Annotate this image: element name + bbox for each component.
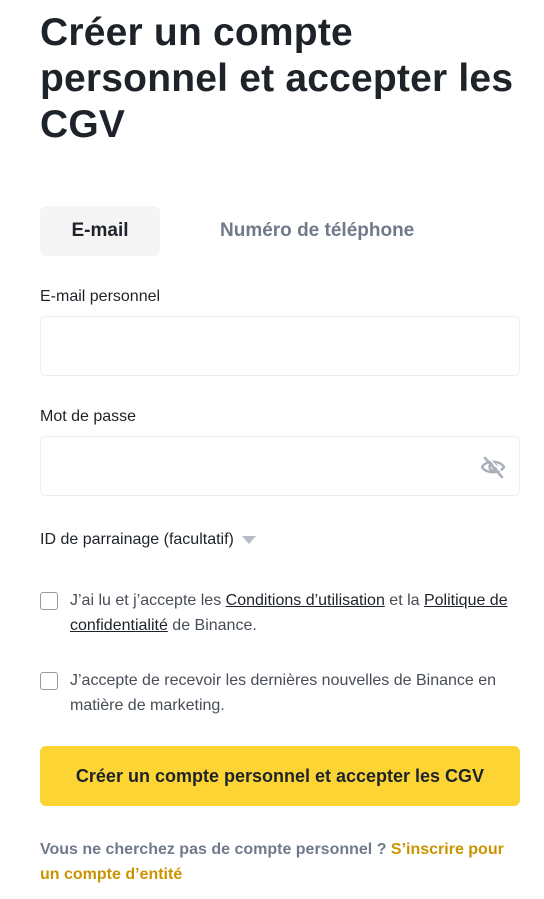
terms-checkbox[interactable]	[40, 592, 58, 610]
password-field[interactable]	[41, 437, 519, 495]
signup-page: Créer un compte personnel et accepter le…	[0, 0, 544, 899]
email-field-label: E-mail personnel	[40, 288, 161, 305]
terms-of-use-link[interactable]: Conditions d’utilisation	[226, 592, 385, 609]
tab-email[interactable]: E-mail	[40, 206, 160, 256]
terms-middle: et la	[384, 592, 424, 609]
email-field-container	[40, 316, 520, 376]
eye-slash-icon[interactable]	[479, 454, 507, 480]
footer-text: Vous ne cherchez pas de compte personnel…	[40, 841, 391, 858]
terms-suffix: de Binance.	[167, 617, 257, 634]
password-field-container	[40, 436, 520, 496]
signup-method-tabs: E-mail Numéro de téléphone	[40, 206, 414, 256]
email-field[interactable]	[41, 317, 519, 375]
terms-prefix: J’ai lu et j’accepte les	[70, 592, 226, 609]
marketing-consent-row: J’accepte de recevoir les dernières nouv…	[40, 670, 520, 718]
terms-consent-row: J’ai lu et j’accepte les Conditions d’ut…	[40, 590, 520, 638]
referral-id-label: ID de parrainage (facultatif)	[40, 531, 234, 548]
referral-id-toggle[interactable]: ID de parrainage (facultatif)	[40, 531, 256, 549]
marketing-text: J’accepte de recevoir les dernières nouv…	[70, 672, 497, 714]
marketing-checkbox[interactable]	[40, 672, 58, 690]
caret-down-icon	[241, 536, 256, 544]
create-account-button[interactable]: Créer un compte personnel et accepter le…	[40, 746, 520, 806]
page-title: Créer un compte personnel et accepter le…	[40, 11, 514, 146]
tab-phone[interactable]: Numéro de téléphone	[220, 206, 414, 256]
password-field-label: Mot de passe	[40, 408, 137, 425]
terms-text: J’ai lu et j’accepte les Conditions d’ut…	[70, 588, 520, 638]
footer-entity-prompt: Vous ne cherchez pas de compte personnel…	[40, 837, 524, 887]
